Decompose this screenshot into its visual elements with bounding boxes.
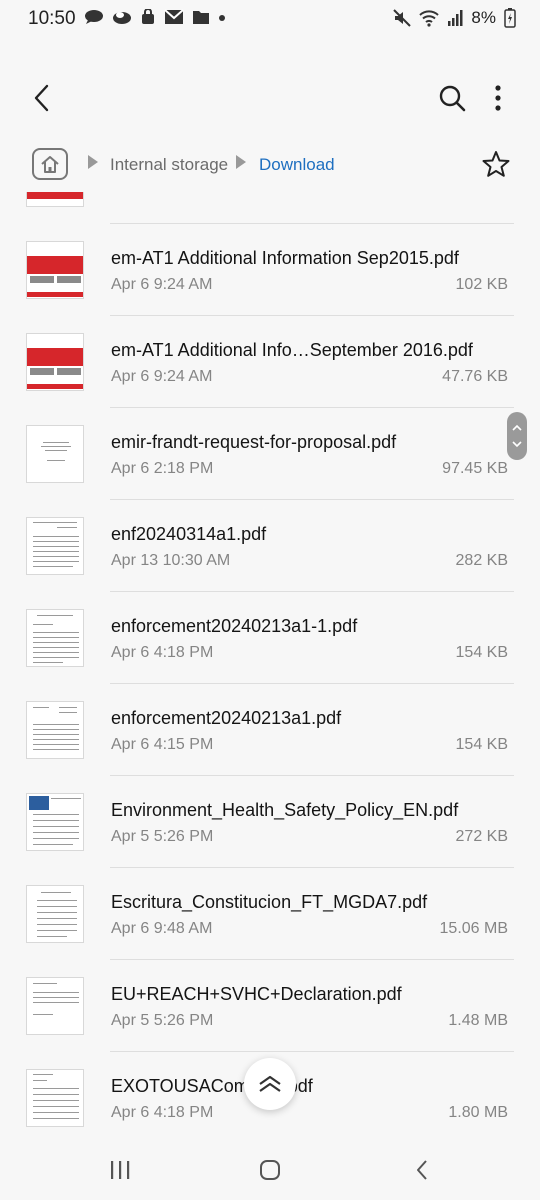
- chevron-right-icon: [236, 155, 246, 169]
- file-name: Escritura_Constitucion_FT_MGDA7.pdf: [111, 892, 428, 912]
- pdf-thumbnail: [26, 701, 84, 759]
- search-icon: [439, 85, 466, 112]
- file-size: 102 KB: [455, 276, 508, 293]
- home-icon: [260, 1160, 280, 1180]
- mail-icon: [164, 9, 184, 24]
- file-name: em-AT1 Additional Info…September 2016.pd…: [111, 340, 473, 360]
- pdf-thumbnail: [26, 609, 84, 667]
- chat-bubble-icon: [85, 10, 103, 24]
- list-item-partial[interactable]: [0, 192, 540, 224]
- pdf-thumbnail: [26, 885, 84, 943]
- wifi-icon: [419, 10, 440, 27]
- file-date: Apr 6 2:18 PM: [111, 460, 214, 477]
- pdf-thumbnail: [26, 333, 84, 391]
- file-list: em-AT1 Additional Information Sep2015.pd…: [0, 192, 540, 1132]
- list-item[interactable]: Escritura_Constitucion_FT_MGDA7.pdf Apr …: [0, 868, 540, 960]
- file-size: 1.80 MB: [448, 1104, 508, 1121]
- file-size: 154 KB: [455, 736, 508, 753]
- breadcrumb: Internal storage Download: [0, 140, 540, 192]
- more-options-button[interactable]: [478, 78, 518, 118]
- list-item[interactable]: em-AT1 Additional Information Sep2015.pd…: [0, 224, 540, 316]
- home-button[interactable]: [32, 148, 68, 180]
- crumb-internal-storage[interactable]: Internal storage: [110, 155, 228, 175]
- battery-icon: [504, 8, 516, 28]
- mute-icon: [393, 9, 412, 27]
- list-item[interactable]: enforcement20240213a1-1.pdf Apr 6 4:18 P…: [0, 592, 540, 684]
- recents-icon: [111, 1161, 130, 1179]
- list-item[interactable]: emir-frandt-request-for-proposal.pdf Apr…: [0, 408, 540, 500]
- cloud-icon: [113, 12, 131, 24]
- file-size: 1.48 MB: [448, 1012, 508, 1029]
- pdf-thumbnail: [26, 425, 84, 483]
- back-icon: [417, 1160, 427, 1180]
- file-name: enforcement20240213a1.pdf: [111, 708, 342, 728]
- file-size: 154 KB: [455, 644, 508, 661]
- chevron-right-icon: [88, 155, 98, 169]
- pdf-thumbnail: [26, 517, 84, 575]
- star-icon: [482, 151, 510, 177]
- file-date: Apr 6 9:48 AM: [111, 920, 213, 937]
- file-date: Apr 5 5:26 PM: [111, 828, 214, 845]
- pdf-thumbnail: [26, 241, 84, 299]
- signal-icon: [448, 10, 463, 26]
- search-button[interactable]: [432, 78, 472, 118]
- file-name: Environment_Health_Safety_Policy_EN.pdf: [111, 800, 459, 820]
- back-button[interactable]: [22, 78, 62, 118]
- file-date: Apr 5 5:26 PM: [111, 1012, 214, 1029]
- list-item[interactable]: Environment_Health_Safety_Policy_EN.pdf …: [0, 776, 540, 868]
- file-date: Apr 6 9:24 AM: [111, 368, 213, 385]
- pdf-thumbnail: [26, 793, 84, 851]
- status-bar: 10:50 8%: [0, 0, 540, 40]
- back-icon: [34, 84, 49, 112]
- favorite-button[interactable]: [476, 144, 516, 184]
- chevron-up-icon: [512, 424, 522, 431]
- battery-percent: 8%: [471, 8, 496, 27]
- recents-button[interactable]: [100, 1150, 140, 1190]
- list-item[interactable]: EU+REACH+SVHC+Declaration.pdf Apr 5 5:26…: [0, 960, 540, 1052]
- file-size: 282 KB: [455, 552, 508, 569]
- file-name: EU+REACH+SVHC+Declaration.pdf: [111, 984, 402, 1004]
- fast-scroll-handle[interactable]: [507, 412, 527, 460]
- file-name: emir-frandt-request-for-proposal.pdf: [111, 432, 397, 452]
- list-item[interactable]: enforcement20240213a1.pdf Apr 6 4:15 PM …: [0, 684, 540, 776]
- bag-icon: [142, 9, 154, 24]
- home-nav-button[interactable]: [250, 1150, 290, 1190]
- file-size: 272 KB: [455, 828, 508, 845]
- more-vert-icon: [495, 85, 501, 111]
- file-size: 47.76 KB: [442, 368, 508, 385]
- dot-icon: [219, 15, 225, 21]
- file-date: Apr 6 4:15 PM: [111, 736, 214, 753]
- chevron-up-icon: [259, 1075, 281, 1092]
- file-date: Apr 6 9:24 AM: [111, 276, 213, 293]
- back-nav-button[interactable]: [402, 1150, 442, 1190]
- system-icons: 8%: [393, 8, 516, 28]
- file-name: enf20240314a1.pdf: [111, 524, 267, 544]
- navigation-bar: [0, 1140, 540, 1200]
- file-name: enforcement20240213a1-1.pdf: [111, 616, 358, 636]
- status-time: 10:50: [28, 8, 76, 29]
- list-item[interactable]: em-AT1 Additional Info…September 2016.pd…: [0, 316, 540, 408]
- pdf-thumbnail: [26, 977, 84, 1035]
- scroll-to-top-button[interactable]: [244, 1058, 296, 1110]
- home-icon: [41, 156, 59, 173]
- folder-icon: [193, 11, 209, 24]
- list-item[interactable]: enf20240314a1.pdf Apr 13 10:30 AM 282 KB: [0, 500, 540, 592]
- file-name: em-AT1 Additional Information Sep2015.pd…: [111, 248, 459, 268]
- file-date: Apr 6 4:18 PM: [111, 644, 214, 661]
- file-size: 15.06 MB: [439, 920, 508, 937]
- file-date: Apr 13 10:30 AM: [111, 552, 231, 569]
- pdf-thumbnail: [26, 192, 84, 207]
- app-bar: [0, 70, 540, 126]
- chevron-down-icon: [512, 441, 522, 448]
- notification-icons: [84, 9, 226, 25]
- file-date: Apr 6 4:18 PM: [111, 1104, 214, 1121]
- pdf-thumbnail: [26, 1069, 84, 1127]
- crumb-download[interactable]: Download: [259, 155, 335, 175]
- file-size: 97.45 KB: [442, 460, 508, 477]
